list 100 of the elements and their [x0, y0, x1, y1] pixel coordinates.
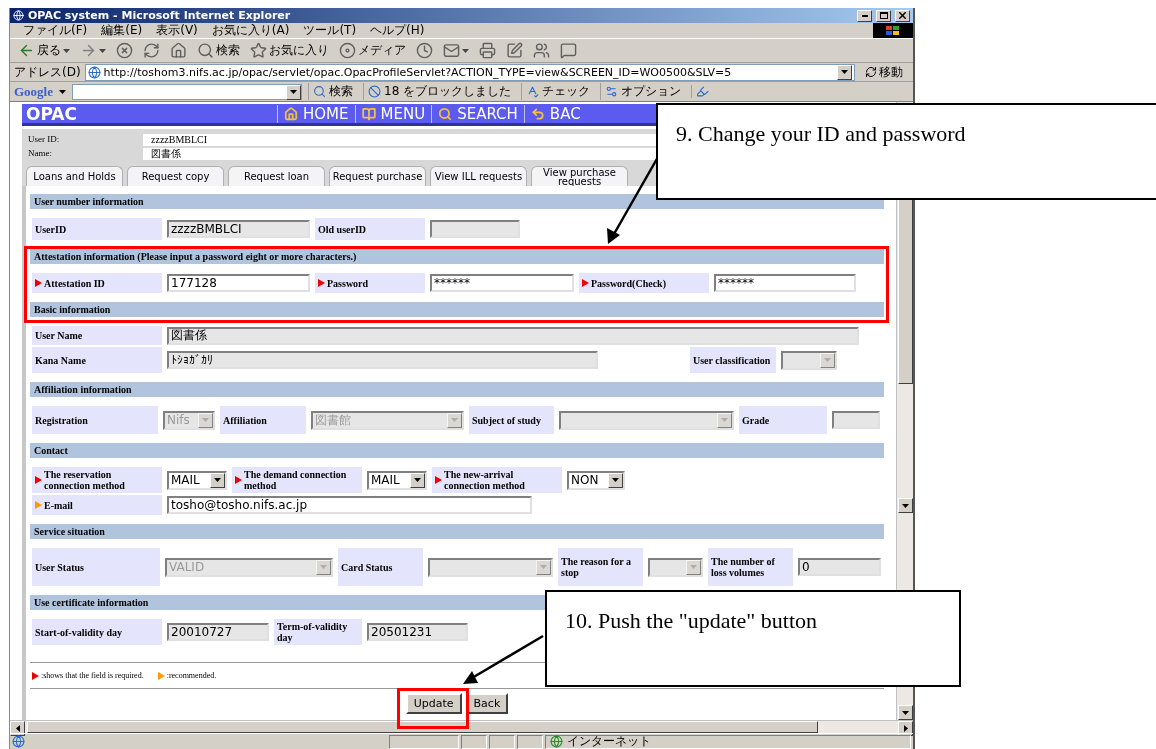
window-title: OPAC system - Microsoft Internet Explorer: [28, 9, 292, 22]
horizontal-scrollbar[interactable]: [10, 720, 913, 733]
field-label: UserID: [32, 218, 162, 240]
field-label: User Status: [32, 548, 160, 586]
field-label: Password(Check): [579, 273, 709, 293]
people-icon: [533, 42, 550, 59]
field-label: User Name: [32, 326, 162, 345]
go-button[interactable]: 移動: [859, 63, 909, 81]
field-label: Old userID: [315, 218, 425, 240]
field-label: Registration: [32, 406, 158, 434]
close-button[interactable]: [895, 9, 910, 22]
star-icon: [250, 42, 267, 59]
menu-item[interactable]: 編集(E): [94, 22, 150, 39]
chat-icon: [560, 42, 577, 59]
maximize-icon: [879, 12, 888, 19]
section-header: Affiliation information: [30, 382, 884, 397]
status-panel: [389, 734, 459, 749]
go-arrow-icon: [865, 66, 877, 78]
mail-icon: [443, 42, 460, 59]
tab[interactable]: Loans and Holds: [26, 166, 123, 186]
dropdown[interactable]: NON: [567, 470, 625, 490]
search-button[interactable]: 検索: [193, 39, 244, 62]
menu-item[interactable]: ツール(T): [296, 22, 364, 39]
google-search-button[interactable]: 検索: [308, 83, 357, 100]
back-button[interactable]: 戻る: [14, 39, 74, 62]
tab[interactable]: Request loan: [228, 166, 325, 186]
field-label: The new-arrival connection method: [432, 467, 562, 493]
menu-item[interactable]: 表示(V): [149, 22, 205, 39]
address-field[interactable]: http://toshom3.nifs.ac.jp/opac/servlet/opac.OpacProfileServlet?ACTION_TYPE=view&SCREEN_ID=WO0500&SLV=5: [84, 63, 855, 81]
section-header: Basic information: [30, 302, 884, 317]
search-icon: [313, 85, 326, 98]
printer-icon: [479, 42, 496, 59]
tab[interactable]: Request copy: [127, 166, 224, 186]
menu-item[interactable]: ファイル(F): [16, 22, 95, 39]
field-label: Password: [315, 273, 425, 293]
search-link[interactable]: SEARCH: [431, 104, 524, 123]
page-icon: [12, 735, 25, 748]
caret-icon: [414, 478, 421, 482]
callout: 9. Change your ID and password: [656, 103, 1156, 200]
caret-icon: [451, 418, 458, 422]
caret-icon: [901, 710, 909, 715]
section-header: Service situation: [30, 524, 884, 539]
spell-check-icon: [526, 85, 540, 98]
spell-check-button[interactable]: チェック: [521, 83, 595, 100]
section-header: Contact: [30, 443, 884, 458]
block-icon: [368, 85, 381, 98]
caret-icon: [202, 418, 209, 422]
favorites-button[interactable]: お気に入り: [246, 39, 333, 62]
home-link[interactable]: HOME: [277, 104, 355, 123]
tab[interactable]: View purchase requests: [531, 166, 628, 186]
highlighter-icon: [696, 85, 710, 98]
caret-icon: [462, 48, 469, 53]
caret-icon: [690, 565, 697, 569]
field-label: The reservation connection method: [32, 467, 162, 493]
return-arrow-icon: [530, 106, 545, 121]
text-field[interactable]: ******: [714, 274, 856, 292]
status-panel: [489, 734, 515, 749]
stop-icon: [116, 42, 133, 59]
caret-icon: [63, 48, 70, 53]
search-icon: [197, 42, 214, 59]
minimize-button[interactable]: [857, 9, 872, 22]
dropdown[interactable]: MAIL: [367, 470, 427, 490]
media-button[interactable]: メディア: [335, 39, 410, 62]
status-panel: [461, 734, 487, 749]
pen-icon: [506, 42, 523, 59]
address-label: アドレス(D): [14, 63, 81, 81]
right-arrow-icon: [903, 725, 908, 732]
field-label: E-mail: [32, 495, 162, 515]
menu-item[interactable]: お気に入り(A): [204, 22, 297, 39]
name-label: Name:: [28, 148, 53, 160]
tab[interactable]: View ILL requests: [430, 166, 527, 186]
field-label: Card Status: [338, 548, 423, 586]
minimize-icon: [861, 14, 868, 17]
refresh-icon: [143, 42, 160, 59]
tab[interactable]: Request purchase: [329, 166, 426, 186]
text-field[interactable]: 177128: [167, 274, 310, 292]
search-icon: [438, 106, 453, 121]
dropdown[interactable]: MAIL: [167, 470, 227, 490]
field-label: The reason for a stop: [558, 548, 643, 586]
menu-item[interactable]: ヘルプ(H): [363, 22, 432, 39]
field-label: Affiliation: [220, 406, 306, 434]
callout: 10. Push the "update" button: [545, 590, 961, 687]
book-icon: [361, 106, 376, 121]
popup-blocker-button[interactable]: 18 をブロックしました: [363, 83, 516, 100]
text-field[interactable]: tosho@tosho.nifs.ac.jp: [167, 496, 532, 514]
field-label: The number of loss volumes: [708, 548, 793, 586]
menu-link[interactable]: MENU: [354, 104, 432, 123]
options-icon: [605, 85, 619, 98]
back-link[interactable]: BAC: [523, 104, 587, 123]
caret-icon: [721, 418, 728, 422]
caret-icon: [290, 90, 297, 94]
windows-logo-icon: [873, 23, 913, 38]
form-button[interactable]: Update: [405, 693, 462, 714]
google-search-field[interactable]: [72, 83, 302, 100]
status-panel: [517, 734, 543, 749]
maximize-button[interactable]: [876, 9, 891, 22]
options-button[interactable]: オプション: [600, 83, 686, 100]
google-logo: Google: [14, 83, 53, 100]
field-label: The demand connection method: [232, 467, 362, 493]
text-field[interactable]: ******: [430, 274, 574, 292]
